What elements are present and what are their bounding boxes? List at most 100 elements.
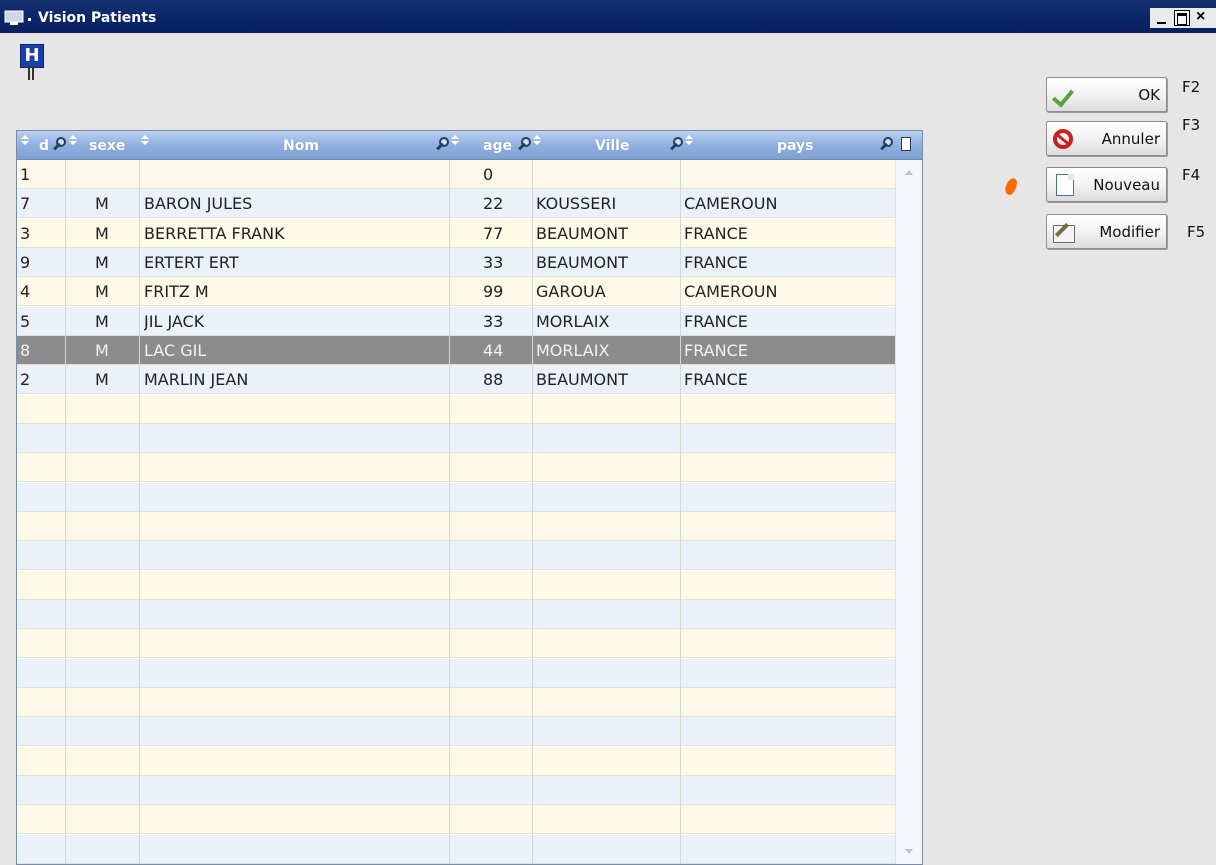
cell-ville[interactable]: BEAUMONT (536, 365, 628, 393)
search-icon[interactable] (52, 137, 66, 151)
cell-ville[interactable]: MORLAIX (536, 336, 609, 364)
table-row[interactable]: 8 M LAC GIL 44 MORLAIX FRANCE (17, 335, 895, 365)
cell-age[interactable]: 77 (483, 219, 503, 247)
empty-row[interactable] (17, 775, 895, 805)
table-row[interactable]: 3 M BERRETTA FRANK 77 BEAUMONT FRANCE (17, 218, 895, 248)
cell-id[interactable]: 3 (20, 219, 30, 247)
empty-row[interactable] (17, 511, 895, 541)
new-button[interactable]: Nouveau (1046, 167, 1167, 202)
modify-button[interactable]: Modifier (1046, 214, 1167, 249)
cell-nom[interactable]: BARON JULES (144, 189, 252, 217)
cell-age[interactable]: 0 (483, 160, 493, 188)
cell-id[interactable]: 2 (20, 365, 30, 393)
cell-sexe[interactable]: M (95, 219, 109, 247)
search-icon[interactable] (879, 137, 893, 151)
empty-row[interactable] (17, 658, 895, 688)
empty-row[interactable] (17, 482, 895, 512)
cell-id[interactable]: 5 (20, 307, 30, 335)
table-row[interactable]: 10 (17, 160, 895, 189)
scroll-down-icon[interactable] (905, 849, 913, 854)
cell-age[interactable]: 33 (483, 307, 503, 335)
table-row[interactable]: 7 M BARON JULES 22 KOUSSERI CAMEROUN (17, 189, 895, 219)
empty-row[interactable] (17, 394, 895, 424)
sort-icon[interactable] (69, 135, 77, 147)
empty-row[interactable] (17, 746, 895, 776)
window-title: Vision Patients (38, 10, 157, 26)
ok-button[interactable]: OK (1046, 77, 1167, 112)
trash-icon[interactable] (901, 137, 911, 151)
cell-pays[interactable]: FRANCE (684, 336, 748, 364)
cell-id[interactable]: 4 (20, 277, 30, 305)
cell-ville[interactable]: BEAUMONT (536, 248, 628, 276)
cell-sexe[interactable]: M (95, 307, 109, 335)
cell-id[interactable]: 1 (20, 160, 30, 188)
sort-icon[interactable] (21, 135, 29, 147)
empty-row[interactable] (17, 629, 895, 659)
column-header-nom[interactable]: Nom (283, 131, 319, 159)
table-row[interactable]: 2 M MARLIN JEAN 88 BEAUMONT FRANCE (17, 365, 895, 395)
cell-pays[interactable]: FRANCE (684, 248, 748, 276)
table-row[interactable]: 4 M FRITZ M 99 GAROUA CAMEROUN (17, 277, 895, 307)
cell-age[interactable]: 99 (483, 277, 503, 305)
search-icon[interactable] (517, 137, 531, 151)
scroll-up-icon[interactable] (905, 170, 913, 175)
column-header-age[interactable]: age (483, 131, 512, 159)
cell-nom[interactable]: MARLIN JEAN (144, 365, 248, 393)
empty-row[interactable] (17, 717, 895, 747)
cell-id[interactable]: 7 (20, 189, 30, 217)
cell-age[interactable]: 33 (483, 248, 503, 276)
sort-icon[interactable] (141, 135, 149, 147)
search-icon[interactable] (435, 137, 449, 151)
empty-row[interactable] (17, 834, 895, 864)
search-icon[interactable] (669, 137, 683, 151)
column-header-sexe[interactable]: sexe (89, 131, 125, 159)
vertical-scrollbar[interactable] (895, 160, 922, 864)
table-row[interactable]: 5 M JIL JACK 33 MORLAIX FRANCE (17, 306, 895, 336)
cell-nom[interactable]: FRITZ M (144, 277, 209, 305)
table-row[interactable]: 9 M ERTERT ERT 33 BEAUMONT FRANCE (17, 247, 895, 277)
sort-icon[interactable] (533, 135, 541, 147)
cell-id[interactable]: 9 (20, 248, 30, 276)
minimize-button[interactable] (1154, 10, 1170, 26)
cell-ville[interactable]: MORLAIX (536, 307, 609, 335)
cell-pays[interactable]: CAMEROUN (684, 277, 777, 305)
cell-age[interactable]: 44 (483, 336, 503, 364)
cell-ville[interactable]: KOUSSERI (536, 189, 616, 217)
cell-pays[interactable]: CAMEROUN (684, 189, 777, 217)
cell-pays[interactable]: FRANCE (684, 365, 748, 393)
ok-button-label: OK (1138, 86, 1160, 104)
empty-row[interactable] (17, 423, 895, 453)
cell-sexe[interactable]: M (95, 277, 109, 305)
cell-sexe[interactable]: M (95, 189, 109, 217)
maximize-button[interactable] (1174, 10, 1190, 26)
cell-id[interactable]: 8 (20, 336, 30, 364)
column-header-pays[interactable]: pays (777, 131, 814, 159)
cell-nom[interactable]: JIL JACK (144, 307, 204, 335)
cell-ville[interactable]: GAROUA (536, 277, 606, 305)
title-bar[interactable]: Vision Patients (0, 0, 1216, 33)
cell-nom[interactable]: BERRETTA FRANK (144, 219, 285, 247)
empty-row[interactable] (17, 453, 895, 483)
empty-row[interactable] (17, 687, 895, 717)
cancel-button[interactable]: Annuler (1046, 121, 1167, 156)
cell-ville[interactable]: BEAUMONT (536, 219, 628, 247)
sort-icon[interactable] (451, 135, 459, 147)
cell-pays[interactable]: FRANCE (684, 307, 748, 335)
empty-row[interactable] (17, 570, 895, 600)
cell-pays[interactable]: FRANCE (684, 219, 748, 247)
patients-table[interactable]: d sexe Nom age Ville pays 1 0 7 M BARON JULE… (16, 130, 923, 865)
cell-sexe[interactable]: M (95, 365, 109, 393)
cell-age[interactable]: 22 (483, 189, 503, 217)
cell-sexe[interactable]: M (95, 336, 109, 364)
cell-nom[interactable]: LAC GIL (144, 336, 206, 364)
cell-nom[interactable]: ERTERT ERT (144, 248, 239, 276)
empty-row[interactable] (17, 599, 895, 629)
close-button[interactable]: × (1196, 9, 1212, 26)
cell-age[interactable]: 88 (483, 365, 503, 393)
sort-icon[interactable] (685, 135, 693, 147)
empty-row[interactable] (17, 541, 895, 571)
column-header-ville[interactable]: Ville (595, 131, 629, 159)
empty-row[interactable] (17, 805, 895, 835)
column-header-id[interactable]: d (39, 131, 49, 159)
cell-sexe[interactable]: M (95, 248, 109, 276)
